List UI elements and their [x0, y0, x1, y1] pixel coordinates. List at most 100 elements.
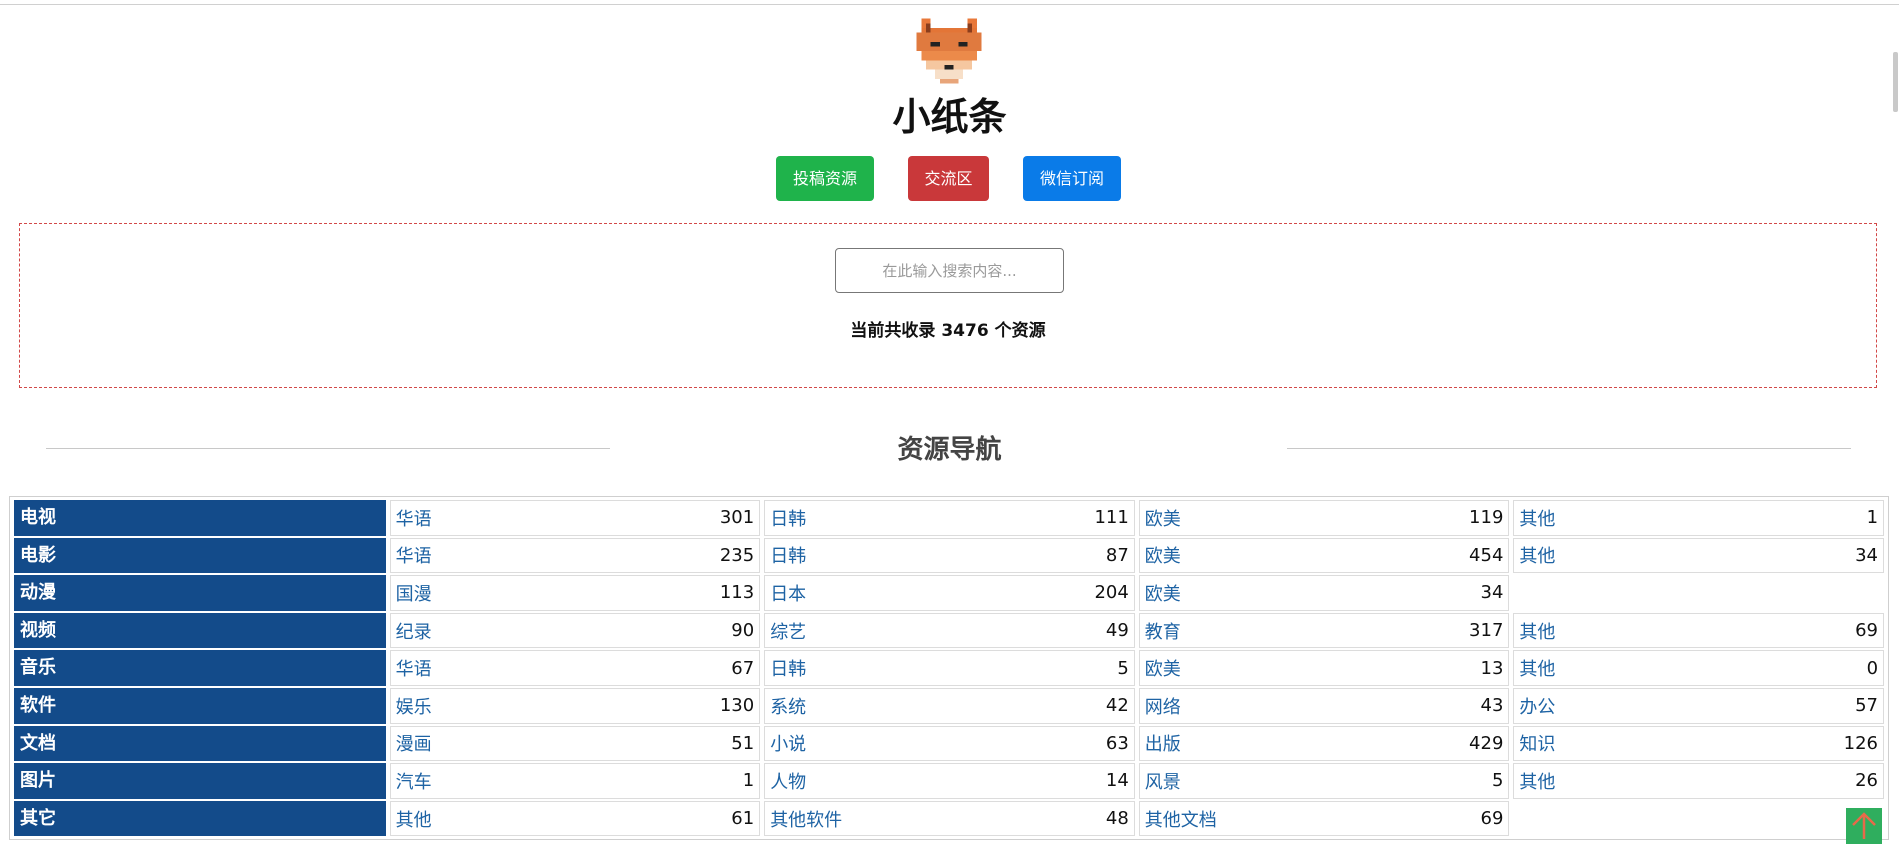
nav-link-cell[interactable]: 汽车 1 [389, 763, 761, 799]
nav-link-label[interactable]: 欧美 [1145, 580, 1181, 606]
nav-link-cell[interactable]: 华语 67 [389, 650, 761, 686]
nav-link-count: 5 [1491, 770, 1504, 792]
nav-link-label[interactable]: 其他 [1519, 655, 1555, 681]
nav-link-label[interactable]: 纪录 [396, 618, 432, 644]
nav-link-label[interactable]: 风景 [1145, 768, 1181, 794]
wechat-subscribe-button[interactable]: 微信订阅 [1023, 156, 1121, 201]
nav-link-label[interactable]: 欧美 [1145, 505, 1181, 531]
nav-link-cell[interactable]: 办公 57 [1513, 687, 1885, 724]
nav-link-count: 34 [1480, 582, 1504, 604]
nav-link-cell[interactable]: 日韩 111 [764, 500, 1135, 536]
nav-link-label[interactable]: 办公 [1519, 693, 1555, 719]
nav-link-cell[interactable]: 综艺 49 [764, 612, 1135, 649]
nav-link-label[interactable]: 知识 [1519, 730, 1555, 756]
nav-link-cell[interactable]: 其他 61 [389, 800, 761, 837]
nav-link-cell[interactable]: 教育 317 [1138, 612, 1510, 649]
nav-link-cell[interactable]: 日本 204 [764, 575, 1135, 611]
nav-link-cell[interactable]: 纪录 90 [389, 612, 761, 649]
nav-link-count: 5 [1117, 657, 1129, 679]
nav-link-cell[interactable]: 娱乐 130 [389, 687, 761, 724]
nav-link-label[interactable]: 网络 [1145, 693, 1181, 719]
nav-link-label[interactable]: 综艺 [770, 618, 806, 644]
nav-link-label[interactable]: 其他 [1519, 542, 1555, 568]
search-input[interactable] [835, 248, 1064, 293]
fox-icon [916, 18, 982, 84]
nav-link-label[interactable]: 系统 [770, 693, 806, 719]
nav-row: 文档 漫画 51 小说 63 出版 429 知识 126 [12, 725, 1886, 763]
nav-link-label[interactable]: 出版 [1145, 730, 1181, 756]
nav-link-count: 1 [1866, 507, 1879, 529]
nav-link-cell[interactable]: 知识 126 [1513, 725, 1885, 762]
nav-link-label[interactable]: 国漫 [396, 580, 432, 606]
nav-link-cell[interactable]: 网络 43 [1138, 687, 1510, 724]
nav-link-label[interactable]: 华语 [396, 655, 432, 681]
nav-link-count: 429 [1469, 732, 1504, 754]
nav-link-cell[interactable]: 其他 34 [1513, 537, 1885, 574]
nav-link-label[interactable]: 日韩 [770, 505, 806, 531]
nav-link-label[interactable]: 日本 [770, 580, 806, 606]
nav-link-cell[interactable]: 其他 1 [1513, 500, 1885, 536]
nav-row: 电影 华语 235 日韩 87 欧美 454 其他 34 [12, 537, 1886, 575]
submit-resource-button[interactable]: 投稿资源 [776, 156, 874, 201]
nav-link-label[interactable]: 人物 [770, 768, 806, 794]
nav-row: 软件 娱乐 130 系统 42 网络 43 办公 57 [12, 687, 1886, 725]
nav-link-cell[interactable]: 华语 301 [389, 500, 761, 536]
nav-category: 软件 [14, 687, 386, 724]
nav-link-cell[interactable]: 欧美 454 [1138, 537, 1510, 574]
nav-link-cell[interactable]: 其他 26 [1513, 763, 1885, 799]
nav-link-label[interactable]: 其他 [1519, 505, 1555, 531]
nav-link-cell[interactable]: 日韩 87 [764, 537, 1135, 574]
nav-link-label[interactable]: 日韩 [770, 542, 806, 568]
nav-link-count: 34 [1855, 544, 1879, 566]
nav-link-label[interactable]: 教育 [1145, 618, 1181, 644]
back-to-top-button[interactable] [1846, 808, 1882, 844]
nav-link-label[interactable]: 其他 [1519, 618, 1555, 644]
nav-link-label[interactable]: 其他软件 [770, 806, 842, 832]
nav-link-label[interactable]: 娱乐 [396, 693, 432, 719]
nav-link-count: 26 [1855, 770, 1879, 792]
nav-link-cell[interactable]: 国漫 113 [389, 575, 761, 611]
nav-link-cell[interactable]: 欧美 13 [1138, 650, 1510, 686]
nav-link-cell[interactable]: 系统 42 [764, 687, 1135, 724]
nav-link-cell[interactable]: 其他 0 [1513, 650, 1885, 686]
scrollbar-thumb[interactable] [1893, 52, 1898, 112]
nav-link-label[interactable]: 日韩 [770, 655, 806, 681]
nav-link-cell[interactable]: 小说 63 [764, 725, 1135, 762]
nav-link-label[interactable]: 汽车 [396, 768, 432, 794]
nav-link-label[interactable]: 欧美 [1145, 542, 1181, 568]
arrow-up-icon [1852, 812, 1876, 839]
nav-link-count: 130 [719, 695, 755, 717]
nav-link-label[interactable]: 其他 [396, 806, 432, 832]
divider-right [1287, 448, 1851, 449]
forum-button[interactable]: 交流区 [908, 156, 989, 201]
nav-link-label[interactable]: 华语 [396, 542, 432, 568]
nav-link-cell[interactable]: 欧美 34 [1138, 575, 1510, 611]
nav-link-cell[interactable]: 华语 235 [389, 537, 761, 574]
nav-link-cell[interactable]: 其他 69 [1513, 612, 1885, 649]
nav-empty-cell [1513, 801, 1884, 837]
nav-link-cell[interactable]: 日韩 5 [764, 650, 1135, 686]
nav-category: 其它 [14, 800, 386, 837]
nav-link-count: 1 [742, 770, 755, 792]
site-title: 小纸条 [892, 95, 1007, 139]
nav-link-count: 57 [1855, 695, 1879, 717]
nav-link-label[interactable]: 华语 [396, 505, 432, 531]
nav-link-label[interactable]: 其他文档 [1145, 806, 1217, 832]
nav-link-label[interactable]: 小说 [770, 730, 806, 756]
nav-link-cell[interactable]: 其他软件 48 [764, 800, 1135, 837]
nav-link-cell[interactable]: 欧美 119 [1138, 500, 1510, 536]
nav-link-label[interactable]: 欧美 [1145, 655, 1181, 681]
nav-link-cell[interactable]: 其他文档 69 [1138, 800, 1510, 837]
nav-link-cell[interactable]: 漫画 51 [389, 725, 761, 762]
nav-link-label[interactable]: 其他 [1519, 768, 1555, 794]
nav-link-count: 61 [731, 808, 755, 830]
nav-link-label[interactable]: 漫画 [396, 730, 432, 756]
nav-link-cell[interactable]: 风景 5 [1138, 763, 1510, 799]
resource-nav-table: 电视 华语 301 日韩 111 欧美 119 其他 1 电影 华语 235 日韩 87 欧美 454 其他 34… [9, 496, 1889, 841]
nav-link-count: 69 [1480, 808, 1504, 830]
nav-link-cell[interactable]: 人物 14 [764, 763, 1135, 799]
nav-category: 文档 [14, 725, 386, 762]
nav-link-count: 67 [731, 657, 755, 679]
nav-link-cell[interactable]: 出版 429 [1138, 725, 1510, 762]
nav-link-count: 51 [731, 732, 755, 754]
